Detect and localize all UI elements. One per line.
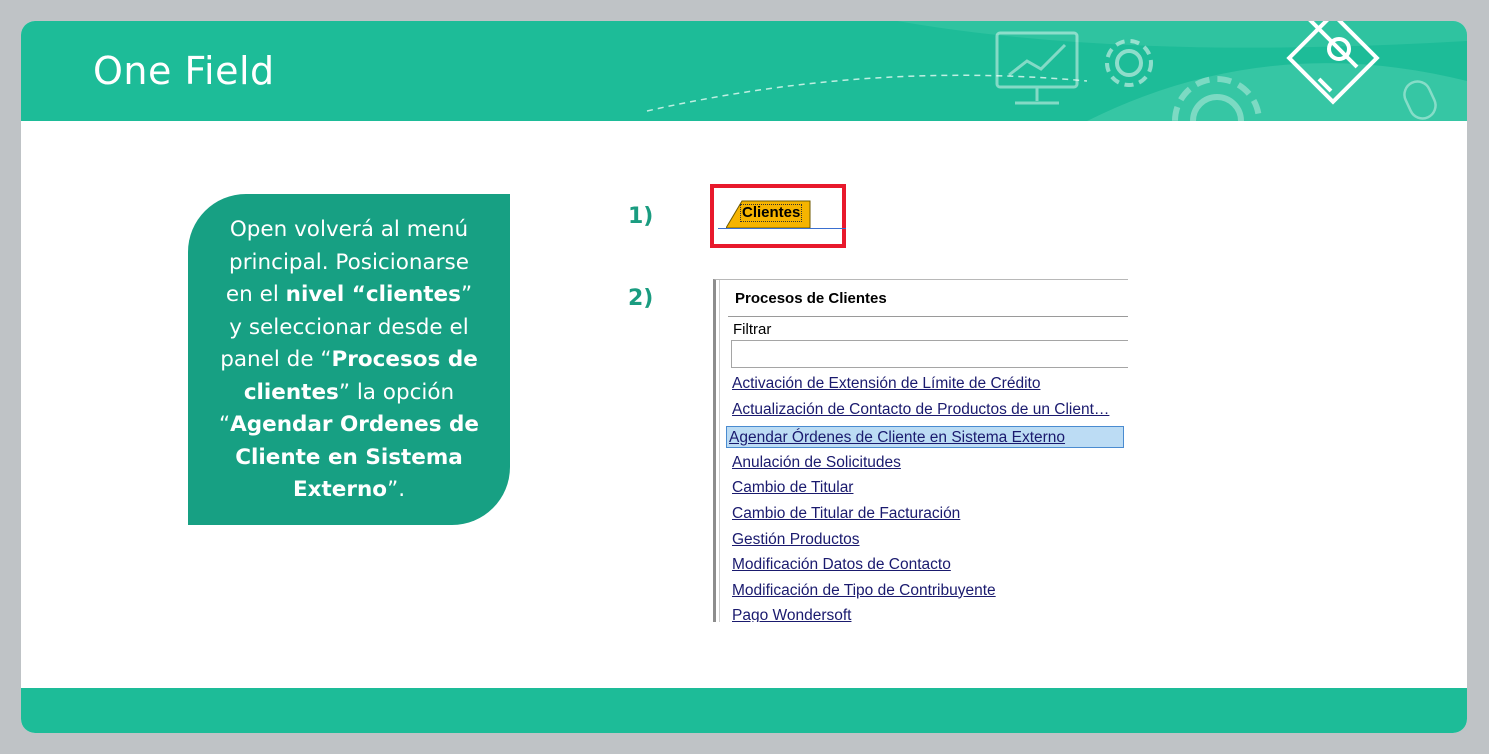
callout-text-part: Agendar Ordenes de Cliente en Sistema Ex… — [230, 412, 480, 502]
process-item[interactable]: Cambio de Titular — [732, 477, 853, 499]
process-item[interactable]: Modificación de Tipo de Contribuyente — [732, 580, 996, 602]
tab-label[interactable]: Clientes — [740, 204, 803, 222]
step-number-2: 2) — [628, 286, 654, 311]
instruction-callout: Open volverá al menú principal. Posicion… — [188, 194, 510, 525]
header-decoration — [646, 21, 1467, 121]
gear-icon — [1105, 39, 1153, 87]
processes-panel: Procesos de Clientes Filtrar Activación … — [713, 279, 1128, 622]
process-item[interactable]: Activación de Extensión de Límite de Cré… — [732, 373, 1040, 395]
slide: One Field Open volverá al menú principal… — [21, 21, 1467, 733]
monitor-chart-icon — [995, 31, 1079, 105]
process-item[interactable]: Gestión Productos — [732, 529, 860, 551]
step-number-1: 1) — [628, 204, 654, 229]
panel-body: Procesos de Clientes Filtrar Activación … — [719, 280, 1128, 622]
process-item[interactable]: Modificación Datos de Contacto — [732, 554, 951, 576]
process-item[interactable]: Agendar Órdenes de Cliente en Sistema Ex… — [726, 426, 1124, 449]
filter-label: Filtrar — [733, 321, 772, 338]
panel-title: Procesos de Clientes — [735, 290, 887, 307]
filter-input[interactable] — [731, 340, 1128, 368]
callout-text-part: nivel “clientes — [285, 282, 461, 307]
process-item[interactable]: Pago Wondersoft — [732, 605, 851, 622]
process-item[interactable]: Cambio de Titular de Facturación — [732, 503, 960, 525]
tab-underline — [718, 228, 846, 229]
footer-bar — [21, 688, 1467, 733]
page-title: One Field — [93, 49, 275, 93]
header-banner: One Field — [21, 21, 1467, 121]
process-item[interactable]: Actualización de Contacto de Productos d… — [732, 399, 1109, 421]
highlight-box: Clientes — [710, 184, 846, 248]
process-item[interactable]: Anulación de Solicitudes — [732, 452, 901, 474]
callout-text-part: ”. — [387, 477, 406, 502]
panel-divider — [728, 316, 1128, 317]
